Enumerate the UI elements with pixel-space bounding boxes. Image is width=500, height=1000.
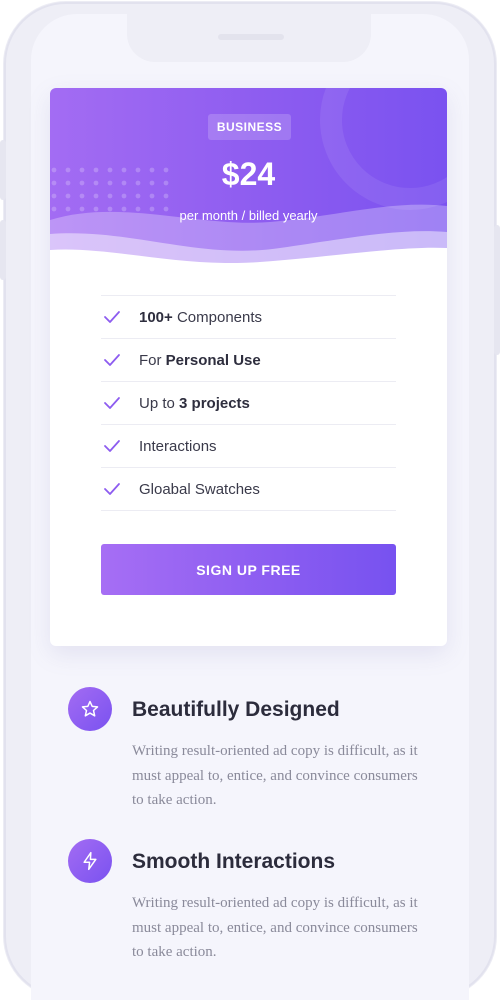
star-icon — [68, 687, 112, 731]
plan-price: $24 — [221, 156, 276, 192]
block-title: Smooth Interactions — [132, 850, 336, 873]
feature-text: Gloabal Swatches — [139, 480, 260, 498]
pricing-card-header: BUSINESS $24 per month / billed yearly — [50, 88, 447, 263]
phone-speaker — [218, 34, 284, 40]
list-item: Gloabal Swatches — [101, 468, 396, 511]
sign-up-button[interactable]: SIGN UP FREE — [101, 544, 396, 595]
feature-text: Interactions — [139, 437, 217, 455]
check-icon — [101, 353, 139, 367]
plan-badge: BUSINESS — [208, 114, 291, 140]
feature-bold: 100+ — [139, 308, 173, 326]
check-icon — [101, 439, 139, 453]
volume-down-button — [0, 220, 6, 280]
lightning-icon — [68, 839, 112, 883]
list-item: Up to 3 projects — [101, 382, 396, 425]
block-description: Writing result-oriented ad copy is diffi… — [132, 743, 418, 808]
block-title: Beautifully Designed — [132, 698, 340, 721]
feature-bold: 3 projects — [179, 394, 250, 412]
feature-text: Components — [172, 308, 263, 326]
feature-text: Up to — [139, 394, 180, 412]
list-item: For Personal Use — [101, 339, 396, 382]
volume-up-button — [0, 140, 6, 200]
feature-bold: Personal Use — [165, 351, 261, 369]
check-icon — [101, 396, 139, 410]
check-icon — [101, 482, 139, 496]
check-icon — [101, 310, 139, 324]
billing-period: per month / billed yearly — [179, 208, 318, 223]
list-item: 100+ Components — [101, 296, 396, 339]
power-button — [494, 225, 500, 355]
feature-list: 100+ Components For Personal Use Up to 3… — [101, 295, 396, 511]
feature-text: For — [139, 351, 166, 369]
pricing-card: BUSINESS $24 per month / billed yearly 1… — [50, 88, 447, 646]
list-item: Interactions — [101, 425, 396, 468]
block-description: Writing result-oriented ad copy is diffi… — [132, 895, 418, 960]
